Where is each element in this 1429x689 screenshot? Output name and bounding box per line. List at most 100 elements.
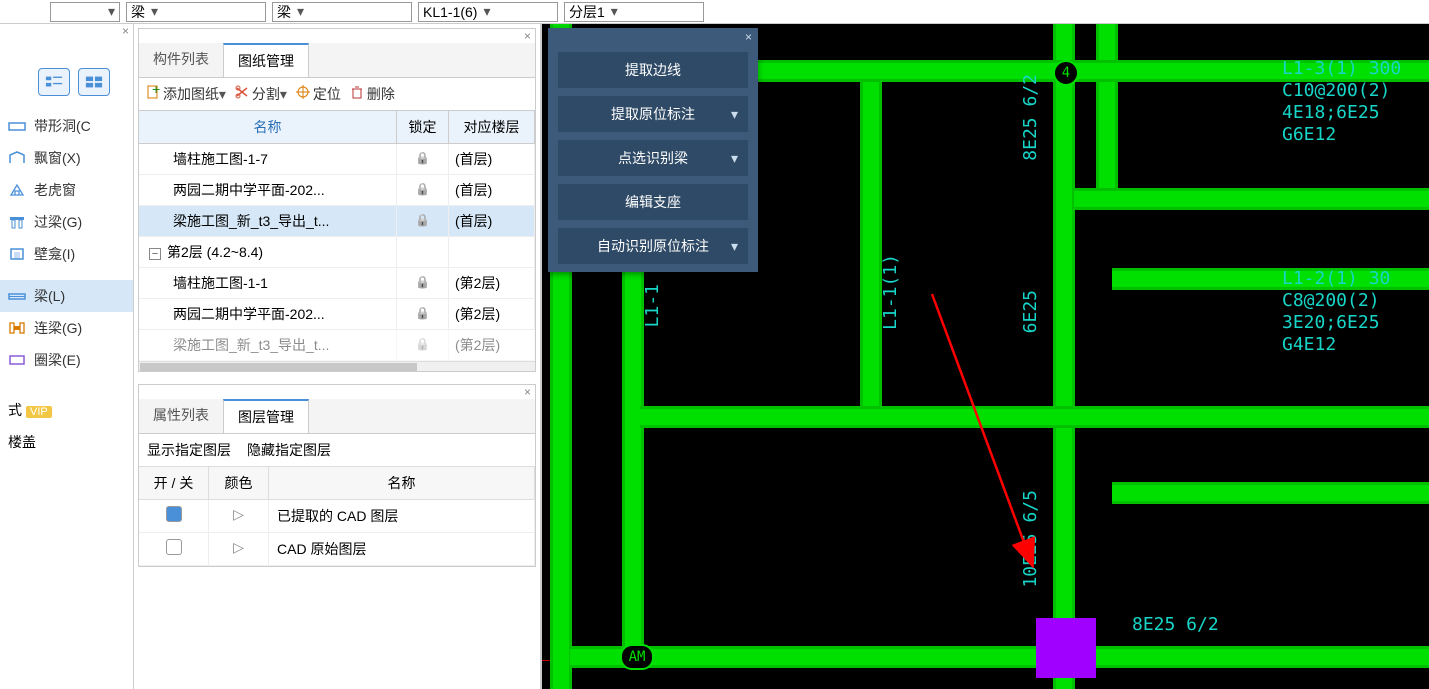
chevron-down-icon	[731, 150, 738, 167]
dormer-icon	[8, 181, 26, 199]
cad-label: C8@200(2)	[1282, 290, 1380, 311]
table-row[interactable]: 梁施工图_新_t3_导出_t...(首层)	[139, 206, 535, 237]
table-row[interactable]: 墙柱施工图-1-7(首层)	[139, 144, 535, 175]
col-header-onoff[interactable]: 开 / 关	[139, 467, 209, 499]
left-sidebar: × 带形洞(C 飘窗(X) 老虎窗 过梁(G) 壁龛(I) 梁(L) 连梁(G)…	[0, 24, 134, 689]
view-grid-icon[interactable]	[78, 68, 110, 96]
cad-viewport[interactable]: 4 AM L1-1 L1-1(1) 8E25 6/2 6E25 10E25 6/…	[540, 24, 1429, 689]
col-header-lock[interactable]: 锁定	[397, 111, 449, 143]
cad-label: L1-1	[642, 284, 663, 327]
sidebar-item-beam[interactable]: 梁(L)	[0, 280, 133, 312]
beam	[1096, 24, 1118, 204]
sidebar-item-coupling-beam[interactable]: 连梁(G)	[0, 312, 133, 344]
column	[1036, 618, 1096, 678]
tab-drawing-mgmt[interactable]: 图纸管理	[223, 43, 309, 77]
lock-icon	[415, 335, 430, 351]
beam	[570, 646, 1429, 668]
table-row[interactable]: 两园二期中学平面-202...(首层)	[139, 175, 535, 206]
sidebar-item-label: 连梁(G)	[34, 318, 82, 338]
layer-row[interactable]: CAD 原始图层	[139, 533, 535, 566]
sidebar-item-label: 带形洞(C	[34, 116, 91, 136]
dropdown-type[interactable]: 梁	[272, 2, 412, 22]
col-header-name[interactable]: 名称	[139, 111, 397, 143]
dropdown-layer[interactable]: 分层1	[564, 2, 704, 22]
ring-beam-icon	[8, 351, 26, 369]
sidebar-bottom-row-2[interactable]: 楼盖	[4, 426, 133, 458]
panel-close-icon[interactable]: ×	[139, 385, 535, 399]
chevron-down-icon	[731, 106, 738, 123]
cad-label: L1-3(1) 300	[1282, 58, 1401, 79]
locate-button[interactable]: 定位	[295, 84, 341, 104]
chevron-down-icon	[611, 3, 618, 20]
chevron-down-icon	[151, 3, 158, 20]
drawings-toolbar: +添加图纸 分割 定位 删除	[139, 78, 535, 110]
chevron-down-icon	[280, 86, 287, 102]
dropdown-1[interactable]	[50, 2, 120, 22]
add-icon: +	[145, 84, 161, 100]
extract-edges-button[interactable]: 提取边线	[558, 52, 748, 88]
layers-panel: × 属性列表 图层管理 显示指定图层 隐藏指定图层 开 / 关 颜色 名称 已提…	[138, 384, 536, 567]
cad-label: G4E12	[1282, 334, 1336, 355]
lock-icon	[415, 149, 430, 165]
cad-label: 8E25 6/2	[1020, 74, 1041, 161]
edit-support-button[interactable]: 编辑支座	[558, 184, 748, 220]
sidebar-item-bay-window[interactable]: 飘窗(X)	[0, 142, 133, 174]
panel-close-icon[interactable]: ×	[548, 28, 758, 46]
checkbox[interactable]	[166, 506, 182, 522]
sidebar-bottom-row-1[interactable]: 式VIP	[4, 394, 133, 426]
sidebar-item-dormer[interactable]: 老虎窗	[0, 174, 133, 206]
lock-icon	[415, 304, 430, 320]
add-drawing-button[interactable]: +添加图纸	[145, 84, 226, 104]
cad-label: 3E20;6E25	[1282, 312, 1380, 333]
vip-badge: VIP	[26, 406, 52, 418]
tab-layer-mgmt[interactable]: 图层管理	[223, 399, 309, 433]
sidebar-item-lintel[interactable]: 过梁(G)	[0, 206, 133, 238]
expand-icon[interactable]	[233, 506, 244, 522]
checkbox[interactable]	[166, 539, 182, 555]
tab-property-list[interactable]: 属性列表	[139, 399, 223, 433]
collapse-icon[interactable]: −	[149, 248, 161, 260]
table-row[interactable]: 墙柱施工图-1-1(第2层)	[139, 268, 535, 299]
expand-icon[interactable]	[233, 539, 244, 555]
trash-icon	[349, 84, 365, 100]
cad-label: G6E12	[1282, 124, 1336, 145]
sidebar-bottom-row-4[interactable]	[4, 486, 133, 514]
drawings-table-body: 墙柱施工图-1-7(首层) 两园二期中学平面-202...(首层) 梁施工图_新…	[139, 144, 535, 361]
col-header-layer-name[interactable]: 名称	[269, 467, 535, 499]
sidebar-item-label: 圈梁(E)	[34, 350, 81, 370]
grid-bubble: AM	[620, 644, 654, 670]
panel-close-icon[interactable]: ×	[0, 24, 133, 60]
panel-close-icon[interactable]: ×	[139, 29, 535, 43]
strip-hole-icon	[8, 117, 26, 135]
view-list-icon[interactable]	[38, 68, 70, 96]
chevron-down-icon	[219, 86, 226, 102]
pick-recognize-beam-button[interactable]: 点选识别梁	[558, 140, 748, 176]
hide-layers-button[interactable]: 隐藏指定图层	[247, 440, 331, 460]
horizontal-scrollbar[interactable]	[139, 361, 535, 371]
tab-component-list[interactable]: 构件列表	[139, 43, 223, 77]
dropdown-component[interactable]: KL1-1(6)	[418, 2, 558, 22]
chevron-down-icon	[108, 3, 115, 20]
table-row[interactable]: 梁施工图_新_t3_导出_t...(第2层)	[139, 330, 535, 361]
chevron-down-icon	[731, 238, 738, 255]
sidebar-item-label: 老虎窗	[34, 180, 76, 200]
sidebar-bottom-row-3[interactable]	[4, 458, 133, 486]
top-toolbar: 梁 梁 KL1-1(6) 分层1	[0, 0, 1429, 24]
sidebar-item-label: 壁龛(I)	[34, 244, 75, 264]
split-button[interactable]: 分割	[234, 84, 287, 104]
col-header-floor[interactable]: 对应楼层	[449, 111, 535, 143]
delete-button[interactable]: 删除	[349, 84, 395, 104]
show-layers-button[interactable]: 显示指定图层	[147, 440, 231, 460]
extract-annotation-button[interactable]: 提取原位标注	[558, 96, 748, 132]
table-row[interactable]: 两园二期中学平面-202...(第2层)	[139, 299, 535, 330]
sidebar-item-niche[interactable]: 壁龛(I)	[0, 238, 133, 270]
auto-recognize-annotation-button[interactable]: 自动识别原位标注	[558, 228, 748, 264]
drawings-panel: × 构件列表 图纸管理 +添加图纸 分割 定位 删除 名称 锁定 对应楼层 墙柱…	[138, 28, 536, 372]
table-row-group[interactable]: −第2层 (4.2~8.4)	[139, 237, 535, 268]
sidebar-item-strip-hole[interactable]: 带形洞(C	[0, 110, 133, 142]
beam-icon	[8, 287, 26, 305]
dropdown-category[interactable]: 梁	[126, 2, 266, 22]
layer-row[interactable]: 已提取的 CAD 图层	[139, 500, 535, 533]
col-header-color[interactable]: 颜色	[209, 467, 269, 499]
sidebar-item-ring-beam[interactable]: 圈梁(E)	[0, 344, 133, 376]
